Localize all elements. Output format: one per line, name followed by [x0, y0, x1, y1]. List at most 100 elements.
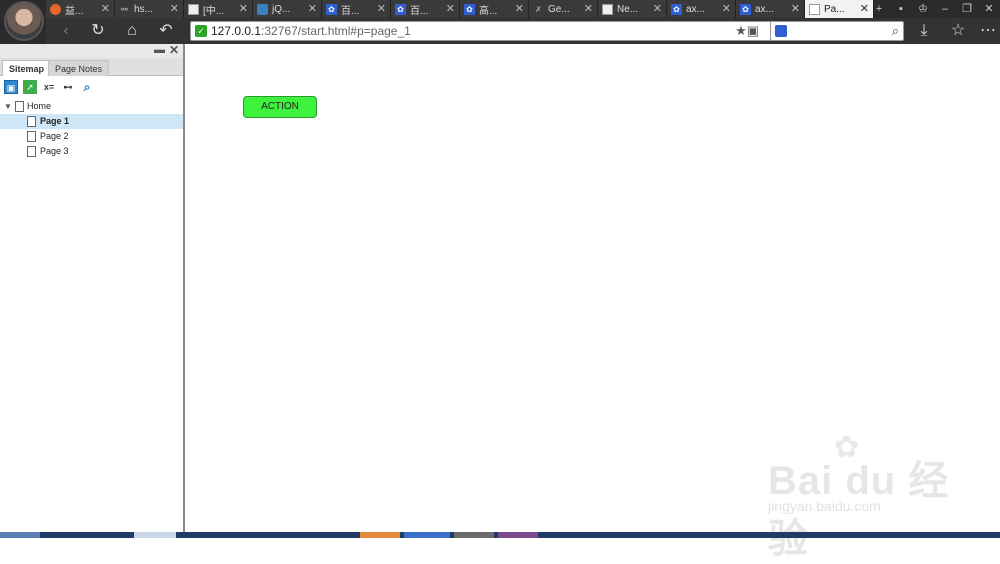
orange-circle-icon [50, 3, 61, 15]
tab-label: 百... [410, 5, 429, 17]
browser-tab[interactable]: ✿ ax... ✕ [736, 0, 805, 18]
close-window-icon[interactable]: ✕ [978, 0, 1000, 18]
baidu-paw-icon: ✿ [395, 3, 406, 15]
tab-label: 百... [341, 5, 360, 17]
new-tab-icon[interactable]: + [868, 0, 890, 18]
browser-tab[interactable]: [中... ✕ [184, 0, 253, 18]
action-button[interactable]: ACTION [243, 96, 317, 118]
taskbar-item[interactable] [360, 532, 400, 538]
favorites-star-icon[interactable]: ☆ [946, 21, 970, 41]
browser-tab[interactable]: 益... ✕ [46, 0, 115, 18]
tab-label: hs... [134, 3, 153, 15]
start-button[interactable] [0, 532, 40, 538]
variables-icon[interactable]: x= [42, 80, 56, 94]
taskbar-item[interactable] [498, 532, 538, 538]
tree-node-page-3[interactable]: Page 3 [0, 144, 183, 159]
close-panel-icon[interactable]: ✕ [169, 43, 179, 57]
tab-list-icon[interactable]: ▪ [890, 0, 912, 18]
url-text[interactable]: 127.0.0.1:32767/start.html#p=page_1 [211, 24, 411, 38]
page-icon [809, 3, 820, 15]
baidu-paw-icon: ✿ [671, 3, 682, 15]
tree-node-label: Page 3 [40, 146, 69, 156]
sitemap-tree: ▼ Home Page 1 Page 2 Page 3 [0, 99, 183, 159]
restore-icon[interactable]: ❐ [956, 0, 978, 18]
watermark-url: jingyan.baidu.com [768, 498, 881, 514]
download-icon[interactable]: ⤓ [912, 21, 936, 41]
tab-label: Pa... [824, 3, 845, 15]
tab-label: ax... [686, 3, 705, 15]
search-icon[interactable]: ⌕ [80, 80, 94, 94]
browser-tab[interactable]: jQ... ✕ [253, 0, 322, 18]
close-tab-icon[interactable]: ✕ [446, 2, 455, 15]
browser-tab-active[interactable]: Pa... ✕ [805, 0, 874, 18]
panel-header: ▬ ✕ [0, 43, 183, 58]
window-controls: + ▪ ♔ – ❐ ✕ [868, 0, 1000, 18]
close-tab-icon[interactable]: ✕ [308, 2, 317, 15]
reload-icon[interactable]: ↻ [86, 21, 110, 41]
tree-node-page-2[interactable]: Page 2 [0, 129, 183, 144]
close-tab-icon[interactable]: ✕ [653, 2, 662, 15]
tree-node-page-1[interactable]: Page 1 [0, 114, 183, 129]
search-bar[interactable]: ⌕ [770, 21, 904, 41]
tab-page-notes[interactable]: Page Notes [48, 60, 110, 76]
address-bar[interactable]: ✓ 127.0.0.1:32767/start.html#p=page_1 ★▣… [190, 21, 790, 41]
browser-tab[interactable]: ✿ 高... ✕ [460, 0, 529, 18]
undo-icon[interactable]: ↶ [154, 21, 178, 41]
close-tab-icon[interactable]: ✕ [791, 2, 800, 15]
os-taskbar [0, 532, 1000, 538]
tree-node-label: Home [27, 101, 52, 111]
link-icon: ⚯ [121, 4, 128, 14]
minimize-icon[interactable]: – [934, 0, 956, 18]
tab-label: Ge... [548, 3, 570, 15]
x-mark-icon: ✗ [535, 4, 542, 14]
browser-tab[interactable]: ✿ ax... ✕ [667, 0, 736, 18]
close-tab-icon[interactable]: ✕ [515, 2, 524, 15]
user-avatar[interactable] [4, 1, 44, 41]
sitemap-view-icon[interactable]: ▣ [4, 80, 18, 94]
page-icon [602, 3, 613, 15]
minimize-panel-icon[interactable]: ▬ [154, 44, 165, 56]
baidu-paw-icon: ✿ [464, 3, 475, 15]
taskbar-item[interactable] [134, 532, 176, 538]
tree-node-home[interactable]: ▼ Home [0, 99, 183, 114]
home-icon[interactable]: ⌂ [120, 21, 144, 41]
browser-tab[interactable]: ✗ Ge... ✕ [529, 0, 598, 18]
page-icon [188, 3, 199, 15]
back-icon[interactable]: ‹ [54, 21, 78, 41]
browser-tab[interactable]: ✿ 百... ✕ [322, 0, 391, 18]
taskbar-item[interactable] [404, 532, 450, 538]
close-tab-icon[interactable]: ✕ [101, 2, 110, 15]
tab-label: jQ... [272, 3, 291, 15]
browser-tab[interactable]: ⚯ hs... ✕ [115, 0, 184, 18]
sitemap-panel: ▬ ✕ Sitemap Page Notes ▣ ➚ x= ⊷ ⌕ ▼ Home… [0, 43, 185, 538]
url-path: :32767/start.html#p=page_1 [261, 24, 411, 38]
close-tab-icon[interactable]: ✕ [722, 2, 731, 15]
jquery-icon [257, 3, 268, 15]
tab-label: Ne... [617, 3, 639, 15]
close-tab-icon[interactable]: ✕ [377, 2, 386, 15]
tab-label: [中... [203, 5, 225, 17]
panel-tabs: Sitemap Page Notes [0, 58, 183, 76]
close-tab-icon[interactable]: ✕ [170, 2, 179, 15]
link-icon[interactable]: ⊷ [61, 80, 75, 94]
baidu-paw-icon: ✿ [740, 3, 751, 15]
close-tab-icon[interactable]: ✕ [239, 2, 248, 15]
tab-label: 高... [479, 5, 498, 17]
page-icon [27, 146, 36, 157]
baidu-paw-icon[interactable] [775, 25, 787, 37]
tab-sitemap[interactable]: Sitemap [2, 60, 52, 76]
browser-tab[interactable]: ✿ 百... ✕ [391, 0, 460, 18]
browser-toolbar: ‹ ↻ ⌂ ↶ ✓ 127.0.0.1:32767/start.html#p=p… [46, 18, 1000, 44]
secure-check-icon: ✓ [195, 25, 207, 37]
baidu-paw-icon: ✿ [326, 3, 337, 15]
flow-highlight-icon[interactable]: ➚ [23, 80, 37, 94]
bookmark-star-icon[interactable]: ★▣ [735, 23, 759, 39]
skin-icon[interactable]: ♔ [912, 0, 934, 18]
expand-caret-icon[interactable]: ▼ [4, 99, 12, 114]
taskbar-item[interactable] [454, 532, 494, 538]
browser-tab[interactable]: Ne... ✕ [598, 0, 667, 18]
close-tab-icon[interactable]: ✕ [584, 2, 593, 15]
menu-icon[interactable]: ⋯ [976, 21, 1000, 41]
search-icon[interactable]: ⌕ [892, 23, 899, 39]
tab-label: 益... [65, 5, 84, 17]
